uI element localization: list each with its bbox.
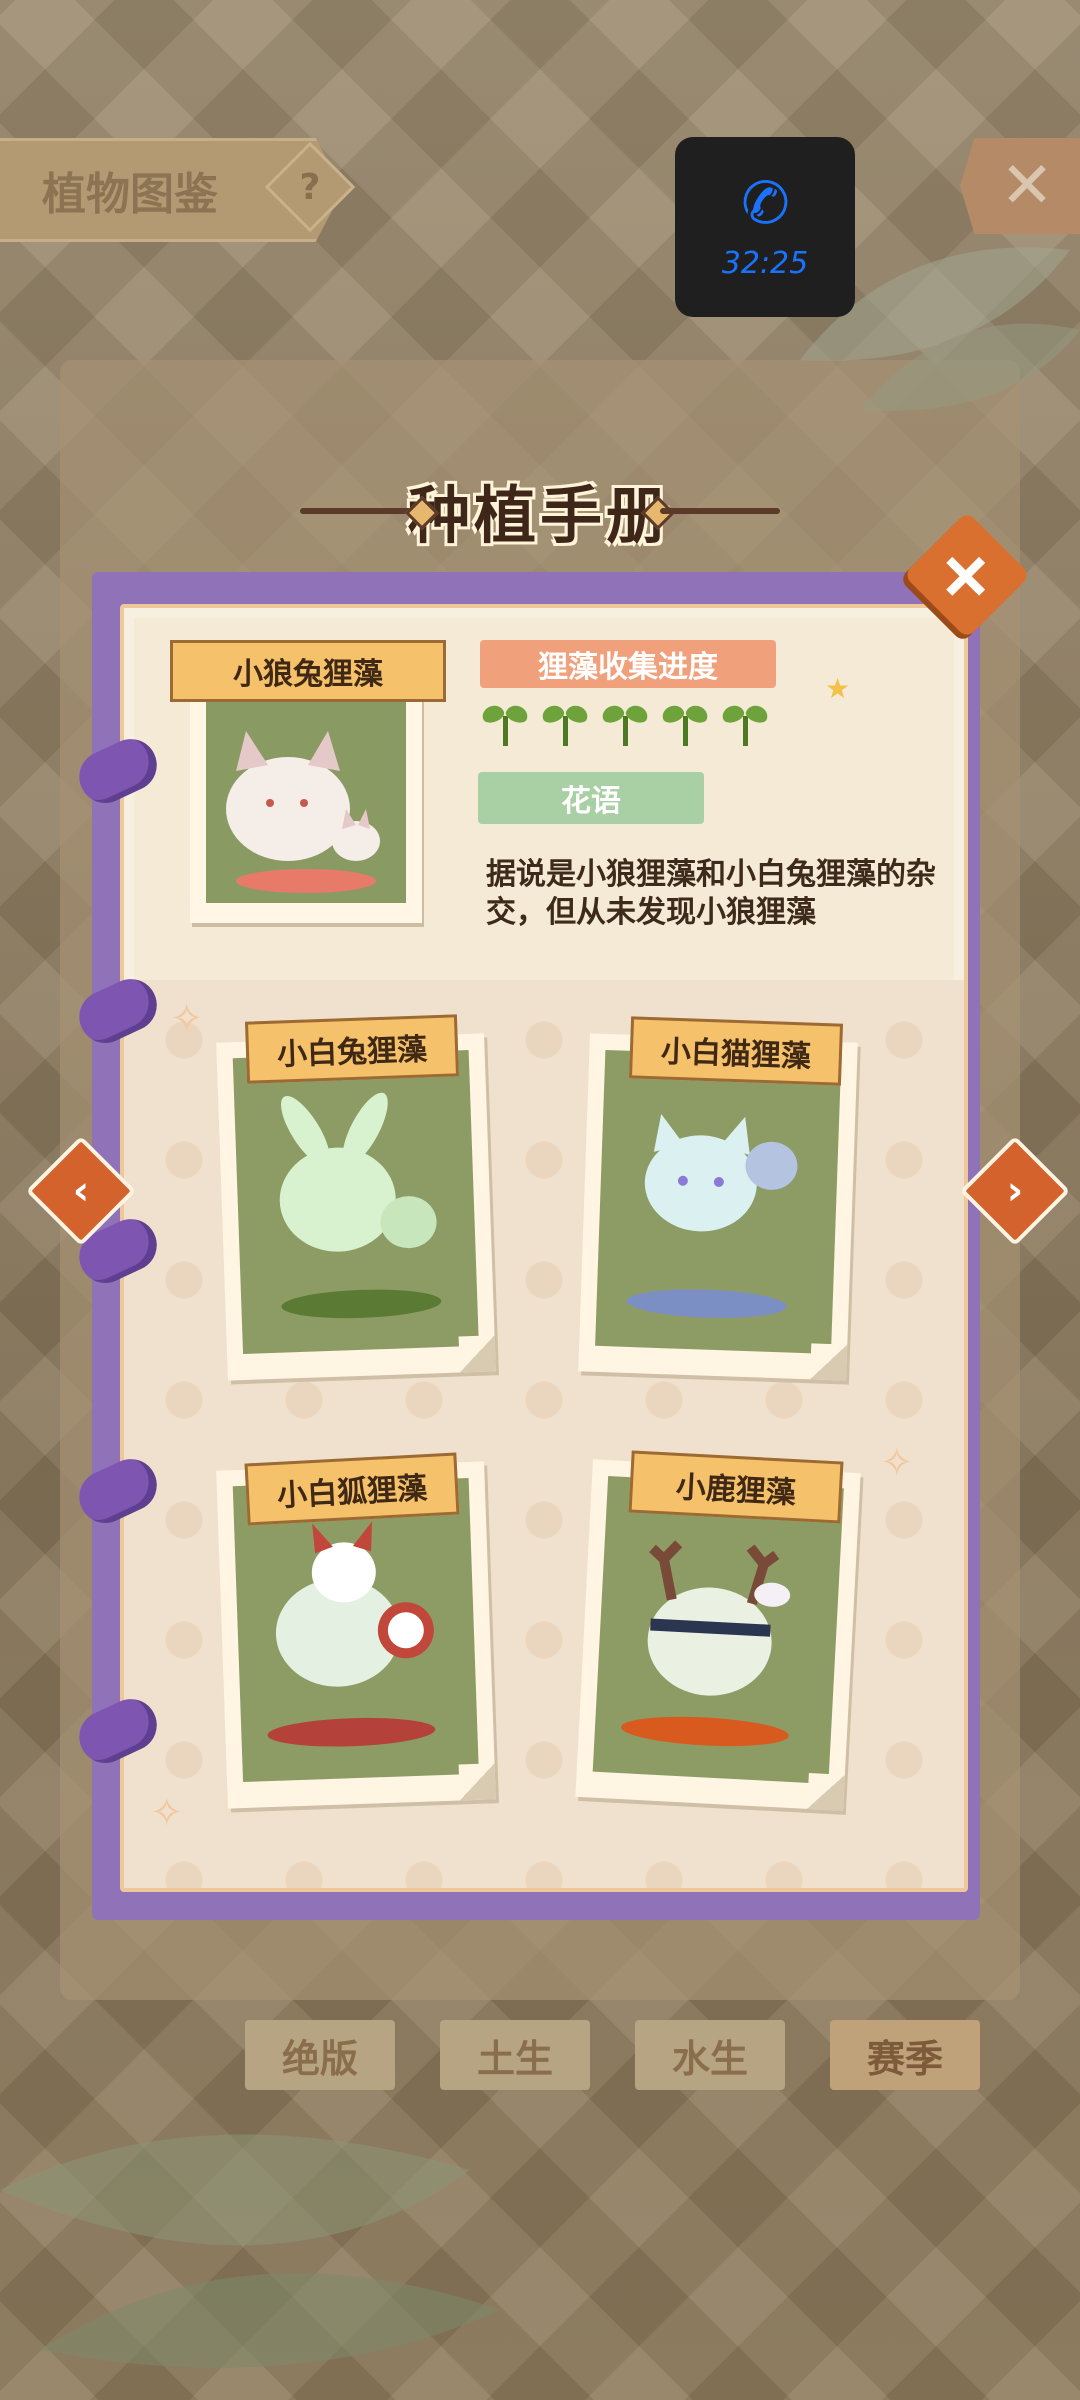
sparkle-icon: ✧: [880, 1440, 914, 1486]
tab-season[interactable]: 赛季: [830, 2020, 980, 2090]
flower-language-text: 据说是小狼狸藻和小白兔狸藻的杂交，但从未发现小狼狸藻: [486, 857, 936, 930]
plant-card-name: 小白猫狸藻: [628, 1016, 844, 1086]
sprout-icon: [542, 700, 588, 748]
sprout-icon: [482, 700, 528, 748]
deer-plant-image: [621, 1540, 791, 1747]
phone-icon: ✆: [735, 164, 795, 241]
chevron-left-icon: ‹: [72, 1168, 90, 1214]
book-header: 种植手册: [290, 468, 790, 552]
flower-language-label: 花语: [478, 772, 704, 824]
header-divider-left: [300, 508, 420, 514]
book-title: 种植手册: [407, 479, 672, 552]
plant-card-name: 小白狐狸藻: [244, 1452, 460, 1526]
chevron-right-icon: ›: [1006, 1168, 1024, 1214]
star-icon: ★: [825, 672, 851, 705]
sparkle-icon: ✧: [170, 996, 204, 1042]
white-bunny-plant-image: [279, 1092, 442, 1319]
sprout-icon: [722, 700, 768, 748]
tab-land[interactable]: 土生: [440, 2020, 590, 2090]
call-timer: 32:25: [721, 245, 809, 281]
plant-card-white-bunny[interactable]: [216, 1033, 496, 1381]
leaf-decoration-bottom-left: [0, 2134, 500, 2368]
collection-progress-sprouts: [482, 700, 768, 748]
tab-water[interactable]: 水生: [635, 2020, 785, 2090]
plant-card-name: 小白兔狸藻: [244, 1014, 460, 1084]
page-title: 植物图鉴: [42, 169, 218, 220]
close-button[interactable]: ✕: [960, 138, 1080, 234]
white-cat-plant-image: [626, 1113, 798, 1318]
plant-card-name: 小鹿狸藻: [628, 1450, 844, 1524]
sprout-icon: [602, 700, 648, 748]
fox-bunny-plant-image: [226, 731, 380, 893]
featured-plant-name: 小狼兔狸藻: [170, 640, 446, 702]
close-icon: ✕: [1000, 149, 1054, 223]
sprout-icon: [662, 700, 708, 748]
featured-plant-photo: [190, 675, 422, 923]
help-icon: ?: [299, 166, 321, 208]
collection-progress-label: 狸藻收集进度: [480, 640, 776, 688]
tab-out-of-print[interactable]: 绝版: [245, 2020, 395, 2090]
plant-card-white-cat[interactable]: [578, 1033, 858, 1381]
header-divider-right: [660, 508, 780, 514]
call-floating-widget[interactable]: ✆ 32:25: [675, 137, 855, 317]
sparkle-icon: ✧: [150, 1790, 184, 1836]
